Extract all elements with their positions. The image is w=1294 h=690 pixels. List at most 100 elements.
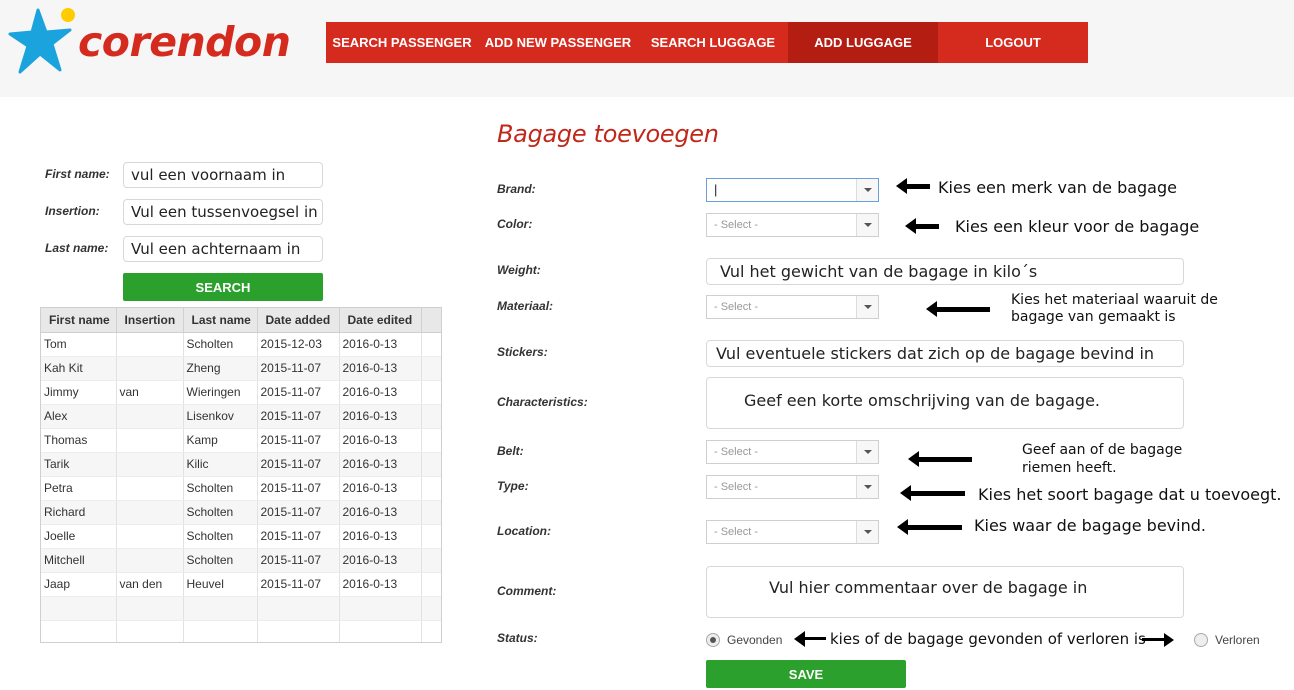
- location-select[interactable]: - Select -: [706, 520, 879, 544]
- table-row[interactable]: Petra Scholten 2015-11-07 2016-0-13: [41, 476, 441, 501]
- belt-select-value: - Select -: [714, 446, 759, 458]
- table-cell: 2015-11-07: [257, 356, 340, 381]
- first-name-input[interactable]: vul een voornaam in: [123, 162, 323, 188]
- table-row[interactable]: Kah Kit Zheng 2015-11-07 2016-0-13: [41, 356, 441, 381]
- nav-search-passenger[interactable]: SEARCH PASSENGER: [326, 22, 478, 63]
- table-cell: [116, 404, 184, 429]
- characteristics-label: Characteristics:: [497, 395, 588, 409]
- chevron-down-icon: [856, 476, 878, 498]
- nav-add-new-passenger[interactable]: ADD NEW PASSENGER: [478, 22, 638, 63]
- col-header-date-added[interactable]: Date added: [257, 308, 340, 333]
- table-cell: 2016-0-13: [339, 500, 422, 525]
- belt-label: Belt:: [497, 444, 524, 458]
- last-name-input[interactable]: Vul een achternaam in: [123, 236, 323, 262]
- chevron-down-icon: [856, 521, 878, 543]
- col-header-insertion[interactable]: Insertion: [116, 308, 184, 333]
- status-found-label[interactable]: Gevonden: [727, 633, 782, 647]
- chevron-down-icon: [856, 441, 878, 463]
- table-cell: Scholten: [183, 332, 258, 357]
- table-cell: [421, 404, 441, 429]
- type-label: Type:: [497, 479, 529, 493]
- nav-logout[interactable]: LOGOUT: [938, 22, 1088, 63]
- table-cell: van: [116, 380, 184, 405]
- table-cell: [421, 452, 441, 477]
- col-header-first-name[interactable]: First name: [41, 308, 117, 333]
- main-nav: SEARCH PASSENGER ADD NEW PASSENGER SEARC…: [326, 22, 1088, 63]
- chevron-down-icon: [856, 179, 878, 201]
- status-lost-radio[interactable]: [1194, 633, 1208, 647]
- table-cell: [421, 428, 441, 453]
- table-row[interactable]: Tarik Kilic 2015-11-07 2016-0-13: [41, 452, 441, 477]
- color-note: Kies een kleur voor de bagage: [955, 217, 1200, 236]
- comment-textarea[interactable]: Vul hier commentaar over de bagage in: [706, 566, 1184, 618]
- stickers-input[interactable]: Vul eventuele stickers dat zich op de ba…: [706, 340, 1184, 367]
- table-cell: Kamp: [183, 428, 258, 453]
- table-cell: [116, 596, 184, 621]
- table-cell: 2015-11-07: [257, 500, 340, 525]
- table-row[interactable]: Joelle Scholten 2015-11-07 2016-0-13: [41, 524, 441, 549]
- material-note-line2: bagage van gemaakt is: [1011, 309, 1176, 325]
- table-cell: 2016-0-13: [339, 548, 422, 573]
- table-cell: 2015-11-07: [257, 548, 340, 573]
- table-row[interactable]: Mitchell Scholten 2015-11-07 2016-0-13: [41, 548, 441, 573]
- brand-label: Brand:: [497, 182, 536, 196]
- table-cell: [421, 596, 441, 621]
- table-cell: [421, 572, 441, 597]
- status-found-radio[interactable]: [706, 633, 720, 647]
- table-cell: van den: [116, 572, 184, 597]
- table-cell: Kilic: [183, 452, 258, 477]
- table-row[interactable]: Jaap van den Heuvel 2015-11-07 2016-0-13: [41, 572, 441, 597]
- table-row[interactable]: Alex Lisenkov 2015-11-07 2016-0-13: [41, 404, 441, 429]
- table-cell: 2015-11-07: [257, 452, 340, 477]
- material-label: Materiaal:: [497, 299, 554, 313]
- table-cell: [116, 428, 184, 453]
- insertion-input[interactable]: Vul een tussenvoegsel in: [123, 199, 323, 225]
- color-select[interactable]: - Select -: [706, 213, 879, 237]
- col-header-date-edited[interactable]: Date edited: [339, 308, 422, 333]
- location-label: Location:: [497, 524, 551, 538]
- table-cell: 2016-0-13: [339, 356, 422, 381]
- type-select[interactable]: - Select -: [706, 475, 879, 499]
- belt-select[interactable]: - Select -: [706, 440, 879, 464]
- table-cell: 2016-0-13: [339, 428, 422, 453]
- table-row[interactable]: Jimmy van Wieringen 2015-11-07 2016-0-13: [41, 380, 441, 405]
- status-lost-label[interactable]: Verloren: [1215, 633, 1260, 647]
- table-cell: [421, 548, 441, 573]
- table-row[interactable]: [41, 620, 441, 642]
- table-cell: Tarik: [41, 452, 117, 477]
- save-button[interactable]: SAVE: [706, 660, 906, 688]
- type-select-value: - Select -: [714, 481, 759, 493]
- material-select[interactable]: - Select -: [706, 295, 879, 319]
- table-row[interactable]: Richard Scholten 2015-11-07 2016-0-13: [41, 500, 441, 525]
- arrow-left-icon: [908, 451, 972, 467]
- table-cell: 2016-0-13: [339, 380, 422, 405]
- corendon-logo[interactable]: corendon: [8, 6, 291, 78]
- nav-add-luggage[interactable]: ADD LUGGAGE: [788, 22, 938, 63]
- search-button[interactable]: SEARCH: [123, 273, 323, 301]
- table-cell: 2016-0-13: [339, 572, 422, 597]
- chevron-down-icon: [856, 214, 878, 236]
- table-cell: [116, 548, 184, 573]
- table-body: Tom Scholten 2015-12-03 2016-0-13 Kah Kit Zhe…: [41, 332, 441, 642]
- table-cell: [116, 356, 184, 381]
- table-cell: Scholten: [183, 500, 258, 525]
- belt-note-line1: Geef aan of de bagage: [1022, 442, 1183, 458]
- brand-name: corendon: [78, 18, 291, 66]
- nav-search-luggage[interactable]: SEARCH LUGGAGE: [638, 22, 788, 63]
- brand-select[interactable]: |: [706, 178, 879, 202]
- col-header-last-name[interactable]: Last name: [183, 308, 258, 333]
- table-row[interactable]: [41, 596, 441, 621]
- table-row[interactable]: Tom Scholten 2015-12-03 2016-0-13: [41, 332, 441, 357]
- weight-input[interactable]: Vul het gewicht van de bagage in kilo´s: [706, 258, 1184, 285]
- arrow-left-icon: [897, 519, 962, 535]
- characteristics-textarea[interactable]: Geef een korte omschrijving van de bagag…: [706, 377, 1184, 429]
- table-cell: 2015-12-03: [257, 332, 340, 357]
- table-cell: Richard: [41, 500, 117, 525]
- table-row[interactable]: Thomas Kamp 2015-11-07 2016-0-13: [41, 428, 441, 453]
- table-cell: 2016-0-13: [339, 332, 422, 357]
- table-cell: [183, 596, 258, 621]
- col-header-spacer: [421, 308, 441, 333]
- arrow-left-icon: [926, 301, 990, 317]
- location-select-value: - Select -: [714, 526, 759, 538]
- color-label: Color:: [497, 217, 533, 231]
